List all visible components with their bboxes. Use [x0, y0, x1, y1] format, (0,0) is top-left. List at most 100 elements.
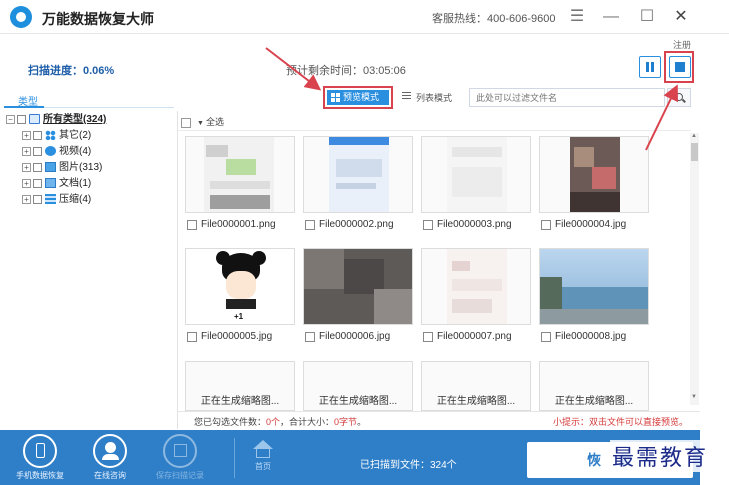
home-icon	[253, 440, 273, 449]
dropdown-arrow-icon[interactable]: ▼	[197, 120, 204, 127]
pause-button[interactable]	[639, 56, 661, 78]
file-thumbnail[interactable]	[303, 248, 413, 325]
file-checkbox[interactable]	[187, 332, 197, 342]
list-mode-button[interactable]: 列表模式	[402, 91, 452, 104]
scanned-count: 已扫描到文件：324个	[360, 460, 457, 471]
file-checkbox[interactable]	[541, 332, 551, 342]
image-icon	[45, 162, 56, 173]
expand-icon[interactable]: +	[22, 162, 31, 172]
online-consult-icon-circle	[93, 434, 127, 468]
file-thumbnail[interactable]: 正在生成缩略图...	[185, 361, 295, 411]
tree-checkbox[interactable]	[33, 194, 42, 204]
file-checkbox[interactable]	[305, 332, 315, 342]
tree-checkbox[interactable]	[33, 146, 42, 156]
computer-icon	[29, 114, 40, 125]
file-checkbox[interactable]	[423, 220, 433, 230]
file-thumbnail[interactable]: +1	[185, 248, 295, 325]
tree-item-archive[interactable]: + 压缩(4)	[6, 192, 176, 208]
scan-progress-label: 扫描进度：0.06%	[28, 65, 115, 77]
file-caption: File0000005.jpg	[185, 330, 295, 344]
file-card[interactable]: File0000003.png	[421, 136, 531, 232]
selected-count: 0个	[266, 417, 281, 427]
file-checkbox[interactable]	[423, 332, 433, 342]
tree-item-other[interactable]: + 其它(2)	[6, 128, 176, 144]
progress-row: 扫描进度：0.06% 预计剩余时间：03:05:06	[0, 34, 700, 84]
online-consult-button[interactable]: 在线咨询	[80, 434, 140, 484]
scroll-up-icon[interactable]: ▲	[691, 133, 697, 139]
home-button[interactable]: 首页	[243, 440, 283, 472]
tree-checkbox[interactable]	[33, 162, 42, 172]
tree-checkbox[interactable]	[33, 178, 42, 188]
video-icon	[45, 146, 56, 157]
vertical-scrollbar[interactable]	[690, 133, 699, 405]
file-name: File0000008.jpg	[555, 331, 627, 342]
file-thumbnail[interactable]	[421, 136, 531, 213]
file-caption: File0000004.jpg	[539, 218, 649, 232]
scroll-down-icon[interactable]: ▼	[691, 394, 697, 400]
file-checkbox[interactable]	[187, 220, 197, 230]
file-thumbnail[interactable]	[421, 248, 531, 325]
expand-icon[interactable]: +	[22, 178, 31, 188]
file-card[interactable]: 正在生成缩略图...	[421, 361, 531, 411]
other-icon	[45, 130, 56, 141]
tree-checkbox[interactable]	[33, 130, 42, 140]
file-card[interactable]: 正在生成缩略图...	[185, 361, 295, 411]
file-thumbnail[interactable]: 正在生成缩略图...	[303, 361, 413, 411]
file-name: File0000001.png	[201, 219, 276, 230]
collapse-icon[interactable]: −	[6, 114, 15, 124]
file-card[interactable]: File0000008.jpg	[539, 248, 649, 344]
selected-size: 0字节	[334, 417, 358, 427]
preview-mode-button[interactable]: 预览模式	[327, 90, 389, 105]
menu-icon[interactable]: ☰	[566, 6, 588, 28]
file-caption: File0000008.jpg	[539, 330, 649, 344]
expand-icon[interactable]: +	[22, 146, 31, 156]
home-icon-base	[256, 449, 270, 458]
save-icon	[174, 444, 187, 457]
status-mid: ，合计大小：	[280, 417, 335, 427]
file-card[interactable]: 正在生成缩略图...	[539, 361, 649, 411]
file-thumbnail[interactable]	[539, 248, 649, 325]
tree-label: 视频(4)	[59, 146, 92, 157]
select-all-label: 全选	[205, 117, 224, 127]
tree-root[interactable]: − 所有类型(324)	[6, 112, 176, 128]
search-button[interactable]	[667, 88, 691, 107]
file-card[interactable]: +1 File0000005.jpg	[185, 248, 295, 344]
tree-item-image[interactable]: + 图片(313)	[6, 160, 176, 176]
tree-item-document[interactable]: + 文档(1)	[6, 176, 176, 192]
file-card[interactable]: File0000001.png	[185, 136, 295, 232]
tree-checkbox[interactable]	[17, 114, 26, 124]
remaining-time-label: 预计剩余时间：03:05:06	[286, 65, 406, 77]
select-all-checkbox[interactable]	[181, 117, 191, 128]
file-card[interactable]: File0000007.png	[421, 248, 531, 344]
selection-summary: 您已勾选文件数：0个，合计大小：0字节。	[194, 415, 366, 428]
preview-mode-label: 预览模式	[343, 92, 380, 102]
save-record-button[interactable]: 保存扫描记录	[150, 434, 210, 484]
file-thumbnail[interactable]	[185, 136, 295, 213]
file-checkbox[interactable]	[541, 220, 551, 230]
file-checkbox[interactable]	[305, 220, 315, 230]
file-card[interactable]: File0000004.jpg	[539, 136, 649, 232]
tree-label: 所有类型(324)	[43, 114, 107, 125]
expand-icon[interactable]: +	[22, 194, 31, 204]
minimize-icon[interactable]: —	[600, 6, 622, 28]
close-icon[interactable]: ✕	[670, 6, 692, 28]
file-thumbnail[interactable]	[303, 136, 413, 213]
document-icon	[45, 178, 56, 189]
maximize-icon[interactable]: ☐	[636, 6, 658, 28]
phone-recovery-button[interactable]: 手机数据恢复	[10, 434, 70, 484]
file-thumbnail[interactable]: 正在生成缩略图...	[539, 361, 649, 411]
scrollbar-thumb[interactable]	[691, 143, 698, 161]
file-thumbnail[interactable]: 正在生成缩略图...	[421, 361, 531, 411]
home-label: 首页	[255, 462, 271, 471]
tree-item-video[interactable]: + 视频(4)	[6, 144, 176, 160]
file-thumbnail[interactable]	[539, 136, 649, 213]
stop-highlight-box	[664, 51, 694, 83]
expand-icon[interactable]: +	[22, 130, 31, 140]
filter-input[interactable]	[469, 88, 665, 107]
tree-label: 其它(2)	[59, 130, 92, 141]
file-card[interactable]: 正在生成缩略图...	[303, 361, 413, 411]
generating-text: 正在生成缩略图...	[554, 396, 634, 407]
file-card[interactable]: File0000002.png	[303, 136, 413, 232]
select-all[interactable]: ▼ 全选	[181, 115, 224, 128]
file-card[interactable]: File0000006.jpg	[303, 248, 413, 344]
